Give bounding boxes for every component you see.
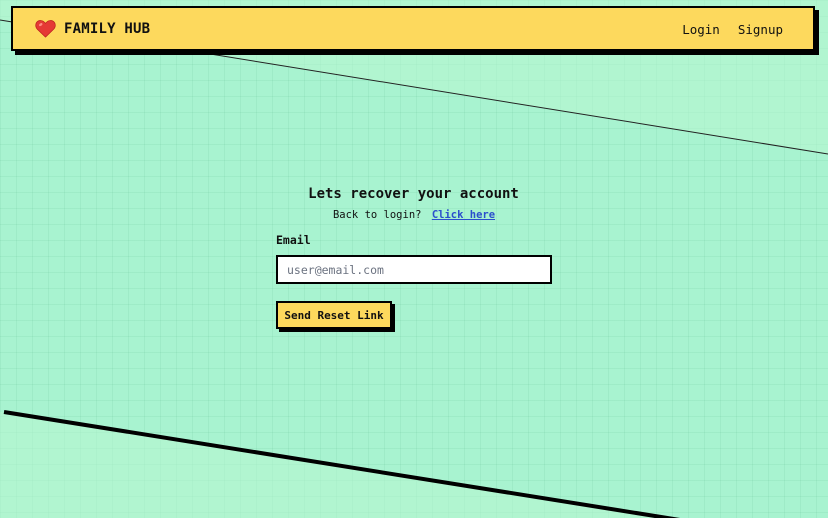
brand-name: FAMILY HUB: [64, 20, 151, 37]
recovery-form: Lets recover your account Back to login?…: [276, 186, 552, 329]
back-to-login-link[interactable]: Click here: [432, 209, 495, 221]
lower-light-panel: [0, 412, 680, 518]
form-title: Lets recover your account: [308, 186, 519, 202]
form-subtitle: Back to login? Click here: [276, 209, 552, 221]
back-to-login-text: Back to login?: [332, 209, 422, 221]
signup-link[interactable]: Signup: [738, 22, 783, 37]
email-field[interactable]: [276, 255, 552, 284]
navbar: FAMILY HUB Login Signup: [11, 6, 815, 51]
nav-links: Login Signup: [682, 22, 783, 37]
heart-icon: [35, 20, 56, 38]
email-label: Email: [276, 233, 311, 247]
login-link[interactable]: Login: [682, 22, 720, 37]
send-reset-link-button[interactable]: Send Reset Link: [276, 301, 392, 329]
brand[interactable]: FAMILY HUB: [35, 19, 150, 38]
lower-diagonal-line: [3, 410, 681, 518]
